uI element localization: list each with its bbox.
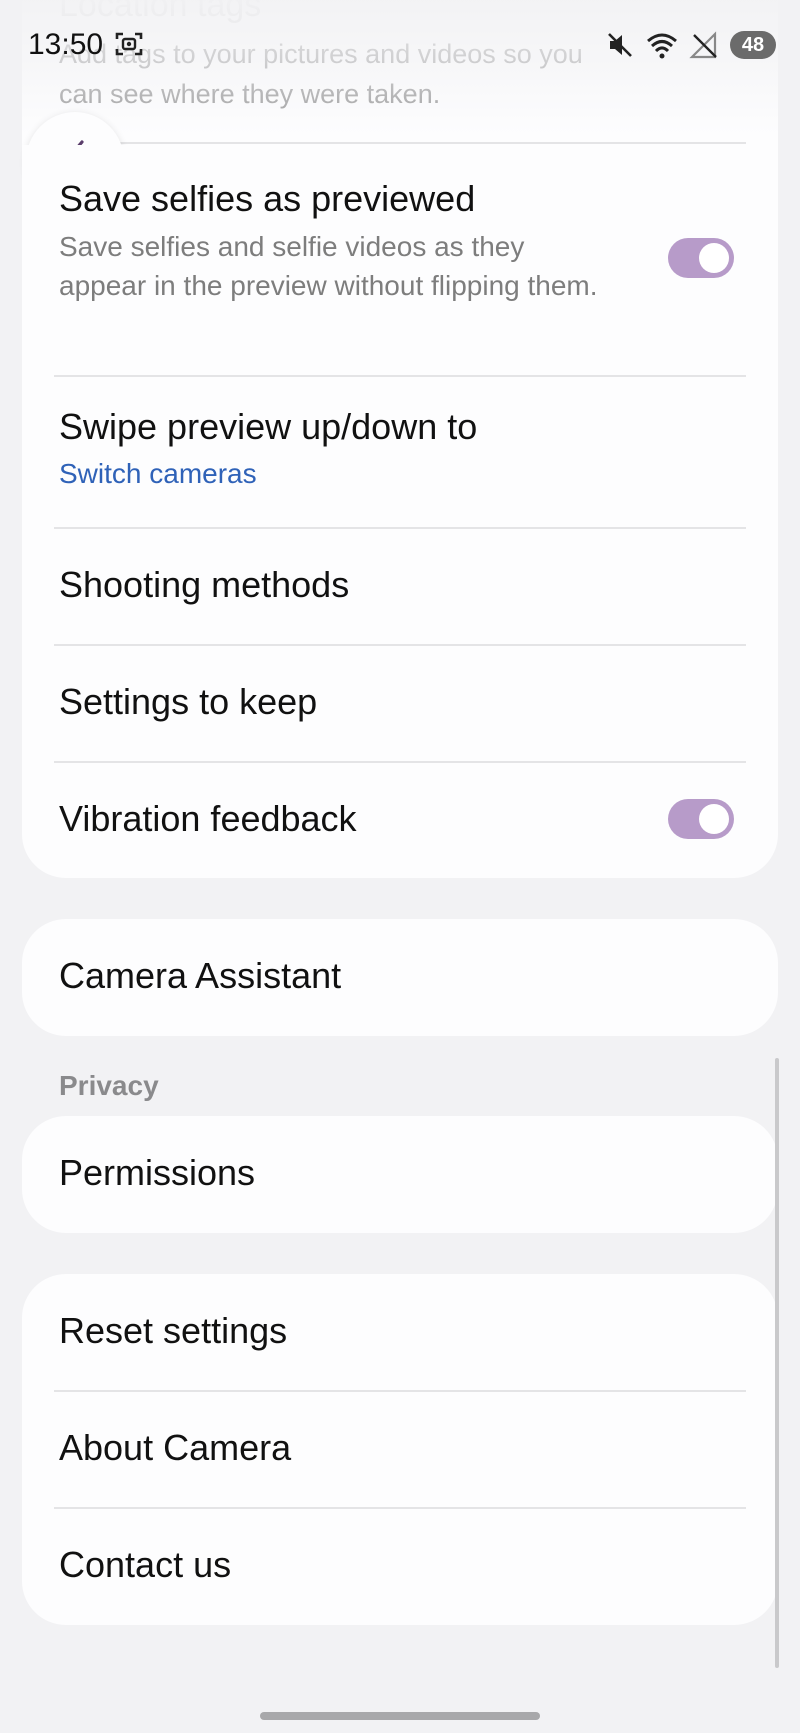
camera-assistant-title: Camera Assistant [59, 955, 342, 996]
permissions-title: Permissions [59, 1152, 256, 1193]
swipe-preview-row[interactable]: Swipe preview up/down to Switch cameras [22, 377, 778, 528]
contact-us-title: Contact us [59, 1544, 232, 1585]
camera-settings-screen: Location tags Add tags to your pictures … [0, 0, 800, 1733]
reset-settings-title: Reset settings [59, 1310, 288, 1351]
privacy-section-header: Privacy [59, 1070, 159, 1101]
home-indicator[interactable] [260, 1712, 540, 1720]
shooting-methods-title: Shooting methods [59, 564, 350, 605]
wifi-icon [647, 33, 677, 59]
mute-icon [608, 33, 632, 57]
status-bar: 13:50 48 [0, 0, 800, 90]
battery-icon: 48 [730, 31, 776, 59]
toggle-knob [699, 243, 729, 273]
divider [54, 142, 746, 144]
vibration-feedback-row[interactable]: Vibration feedback [22, 762, 778, 878]
permissions-card[interactable]: Permissions [22, 1116, 778, 1233]
shooting-methods-row[interactable]: Shooting methods [22, 528, 778, 645]
vibration-feedback-title: Vibration feedback [59, 798, 357, 839]
vibration-feedback-toggle[interactable] [668, 799, 734, 839]
save-selfies-title: Save selfies as previewed [59, 178, 476, 219]
settings-to-keep-row[interactable]: Settings to keep [22, 645, 778, 762]
contact-us-row[interactable]: Contact us [22, 1508, 778, 1625]
settings-to-keep-title: Settings to keep [59, 681, 318, 722]
camera-settings-card: Save selfies as previewed Save selfies a… [22, 145, 778, 878]
swipe-preview-title: Swipe preview up/down to [59, 406, 478, 447]
about-camera-row[interactable]: About Camera [22, 1391, 778, 1508]
scrollbar[interactable] [775, 1058, 779, 1668]
swipe-preview-value: Switch cameras [59, 458, 257, 489]
camera-assistant-card[interactable]: Camera Assistant [22, 919, 778, 1036]
status-time: 13:50 [28, 28, 104, 61]
no-signal-icon [689, 31, 717, 59]
reset-settings-row[interactable]: Reset settings [22, 1274, 778, 1391]
screenshot-icon [115, 32, 143, 56]
about-camera-title: About Camera [59, 1427, 292, 1468]
save-selfies-description: Save selfies and selfie videos as they a… [59, 231, 598, 301]
status-icons: 48 [604, 30, 776, 60]
info-card: Reset settings About Camera Contact us [22, 1274, 778, 1625]
toggle-knob [699, 804, 729, 834]
save-selfies-toggle[interactable] [668, 238, 734, 278]
save-selfies-row[interactable]: Save selfies as previewed Save selfies a… [22, 145, 778, 377]
